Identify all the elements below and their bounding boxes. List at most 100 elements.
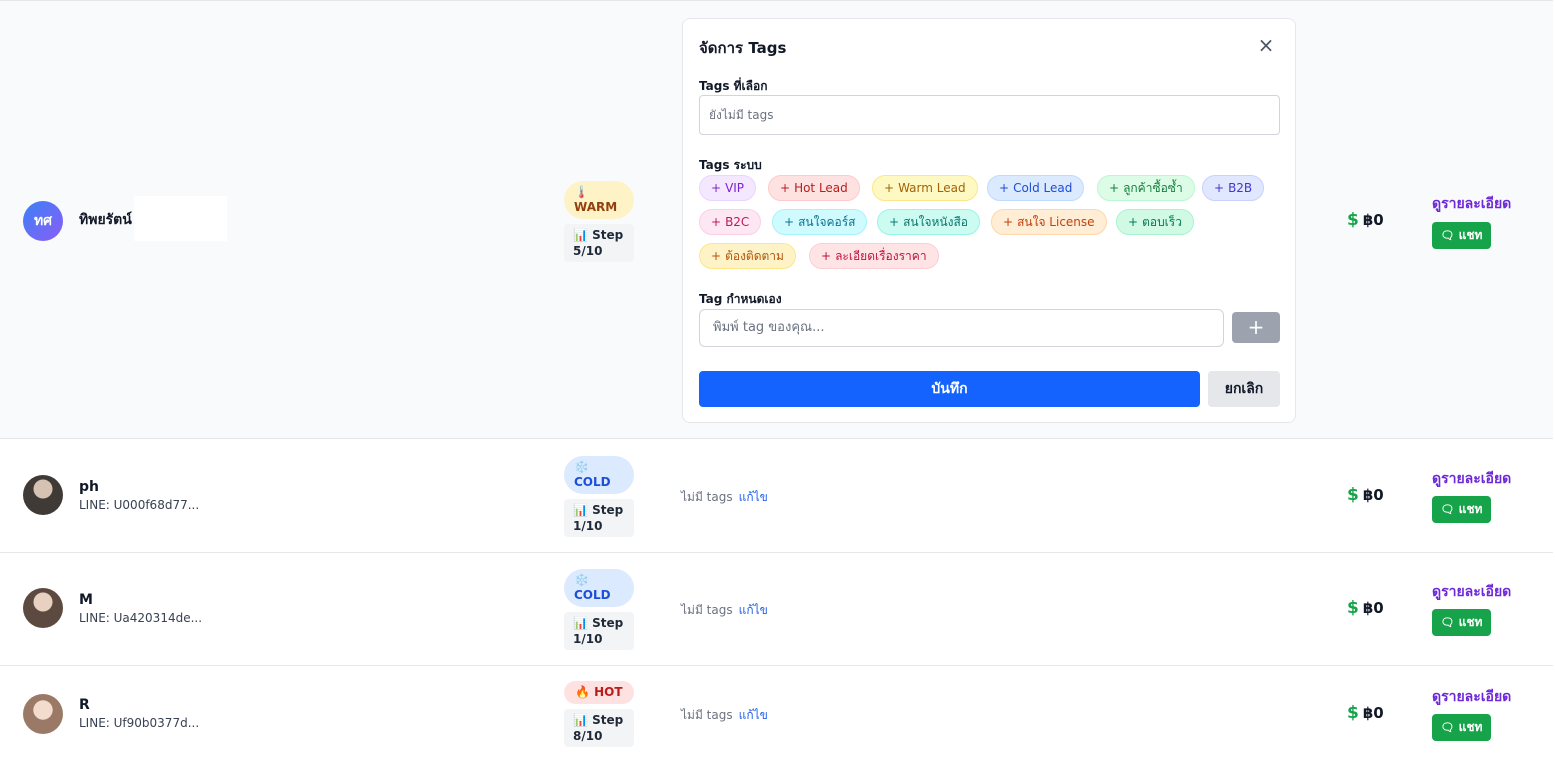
- chat-label: แชท: [1458, 720, 1483, 734]
- system-tags-label: Tags ระบบ: [699, 158, 762, 172]
- chat-button[interactable]: 🗨 แชท: [1432, 714, 1491, 741]
- chat-button[interactable]: 🗨 แชท: [1432, 222, 1491, 249]
- tag-chip-interested-book[interactable]: + สนใจหนังสือ: [877, 209, 980, 235]
- dollar-icon: $: [1347, 210, 1359, 230]
- amount: $ ฿0: [1347, 703, 1384, 723]
- table-row: M LINE: Ua420314de... ❄️ COLD 📊 Step 1/1…: [0, 552, 1553, 666]
- tag-chip-cold-lead[interactable]: + Cold Lead: [987, 175, 1085, 201]
- plus-icon: +: [1214, 181, 1225, 195]
- step-badge: 📊 Step 5/10: [564, 224, 634, 262]
- tags-cell: ไม่มี tags แก้ไข: [681, 706, 768, 725]
- table-row: ph LINE: U000f68d77... ❄️ COLD 📊 Step 1/…: [0, 439, 1553, 553]
- tag-label: Hot Lead: [794, 181, 848, 195]
- tag-manager-panel: จัดการ Tags × Tags ที่เลือก ยังไม่มี tag…: [682, 18, 1296, 423]
- tag-chip-interested-license[interactable]: + สนใจ License: [991, 209, 1107, 235]
- tag-chip-price-detail[interactable]: + ละเอียดเรื่องราคา: [809, 243, 939, 269]
- snowflake-icon: ❄️: [574, 460, 589, 474]
- save-button[interactable]: บันทึก: [699, 371, 1200, 407]
- step-badge: 📊 Step 8/10: [564, 709, 634, 747]
- step-label: Step: [592, 713, 624, 727]
- avatar: [23, 694, 63, 734]
- step-badge: 📊 Step 1/10: [564, 612, 634, 650]
- selected-tags-box[interactable]: ยังไม่มี tags: [699, 95, 1280, 135]
- step-value: 5/10: [573, 244, 603, 258]
- chat-icon: 🗨: [1440, 229, 1455, 242]
- tag-label: ละเอียดเรื่องราคา: [835, 249, 927, 263]
- tag-chip-interested-course[interactable]: + สนใจคอร์ส: [772, 209, 868, 235]
- chat-icon: 🗨: [1440, 503, 1455, 516]
- no-tags-text: ไม่มี tags: [681, 603, 733, 617]
- view-details-link[interactable]: ดูรายละเอียด: [1432, 686, 1511, 708]
- edit-tags-link[interactable]: แก้ไข: [739, 490, 768, 504]
- chat-button[interactable]: 🗨 แชท: [1432, 496, 1491, 523]
- contact-name: R: [79, 697, 90, 713]
- status-badge: 🔥 HOT: [564, 681, 634, 704]
- custom-tag-label: Tag กำหนดเอง: [699, 292, 782, 306]
- step-badge: 📊 Step 1/10: [564, 499, 634, 537]
- chat-label: แชท: [1458, 228, 1483, 242]
- plus-icon: +: [711, 215, 722, 229]
- contact-name: ph: [79, 479, 99, 495]
- status-label: WARM: [574, 200, 618, 214]
- status-label: COLD: [574, 475, 611, 489]
- cancel-button[interactable]: ยกเลิก: [1208, 371, 1280, 407]
- plus-icon: +: [821, 249, 832, 263]
- status-badge: 🌡️ WARM: [564, 181, 634, 219]
- plus-icon: +: [784, 215, 795, 229]
- plus-icon: +: [711, 249, 722, 263]
- amount: $ ฿0: [1347, 598, 1384, 618]
- plus-icon: +: [999, 181, 1010, 195]
- no-tags-text: ไม่มี tags: [681, 708, 733, 722]
- chart-icon: 📊: [573, 616, 588, 630]
- panel-title: จัดการ Tags: [699, 39, 787, 57]
- fire-icon: 🔥: [575, 685, 590, 699]
- tag-chip-b2b[interactable]: + B2B: [1202, 175, 1265, 201]
- plus-icon: +: [1128, 215, 1139, 229]
- tags-cell: ไม่มี tags แก้ไข: [681, 601, 768, 620]
- view-details-link[interactable]: ดูรายละเอียด: [1432, 468, 1511, 490]
- chat-button[interactable]: 🗨 แชท: [1432, 609, 1491, 636]
- snowflake-icon: ❄️: [574, 573, 589, 587]
- status-badge: ❄️ COLD: [564, 456, 634, 494]
- status-label: COLD: [574, 588, 611, 602]
- no-tags-text: ไม่มี tags: [681, 490, 733, 504]
- edit-tags-link[interactable]: แก้ไข: [739, 603, 768, 617]
- tag-chip-repeat-customer[interactable]: + ลูกค้าซื้อซ้ำ: [1097, 175, 1195, 201]
- step-label: Step: [592, 228, 624, 242]
- amount-value: ฿0: [1362, 211, 1384, 229]
- close-icon[interactable]: ×: [1255, 33, 1277, 57]
- chat-label: แชท: [1458, 502, 1483, 516]
- contact-name: M: [79, 592, 93, 608]
- redaction-block: [134, 196, 227, 241]
- amount-value: ฿0: [1362, 599, 1384, 617]
- custom-tag-input[interactable]: พิมพ์ tag ของคุณ...: [699, 309, 1224, 347]
- tag-chip-warm-lead[interactable]: + Warm Lead: [872, 175, 978, 201]
- plus-icon: +: [1003, 215, 1014, 229]
- step-value: 8/10: [573, 729, 603, 743]
- tag-chip-hot-lead[interactable]: + Hot Lead: [768, 175, 860, 201]
- plus-icon: +: [780, 181, 791, 195]
- view-details-link[interactable]: ดูรายละเอียด: [1432, 581, 1511, 603]
- dollar-icon: $: [1347, 598, 1359, 618]
- chat-icon: 🗨: [1440, 616, 1455, 629]
- contact-name: ทิพยรัตน์: [79, 212, 132, 228]
- step-value: 1/10: [573, 519, 603, 533]
- status-badge: ❄️ COLD: [564, 569, 634, 607]
- tag-label: Cold Lead: [1013, 181, 1073, 195]
- tag-chip-b2c[interactable]: + B2C: [699, 209, 762, 235]
- tag-label: VIP: [725, 181, 745, 195]
- add-tag-button[interactable]: +: [1232, 312, 1280, 343]
- tag-chip-fast-reply[interactable]: + ตอบเร็ว: [1116, 209, 1194, 235]
- view-details-link[interactable]: ดูรายละเอียด: [1432, 193, 1511, 215]
- tag-label: Warm Lead: [898, 181, 966, 195]
- edit-tags-link[interactable]: แก้ไข: [739, 708, 768, 722]
- tag-label: ตอบเร็ว: [1142, 215, 1182, 229]
- tag-chip-vip[interactable]: + VIP: [699, 175, 757, 201]
- tags-cell: ไม่มี tags แก้ไข: [681, 488, 768, 507]
- chart-icon: 📊: [573, 713, 588, 727]
- tag-chip-follow-up[interactable]: + ต้องติดตาม: [699, 243, 796, 269]
- tag-label: สนใจหนังสือ: [903, 215, 968, 229]
- avatar: [23, 588, 63, 628]
- line-id: LINE: Uf90b0377d...: [79, 716, 200, 730]
- selected-tags-label: Tags ที่เลือก: [699, 79, 768, 93]
